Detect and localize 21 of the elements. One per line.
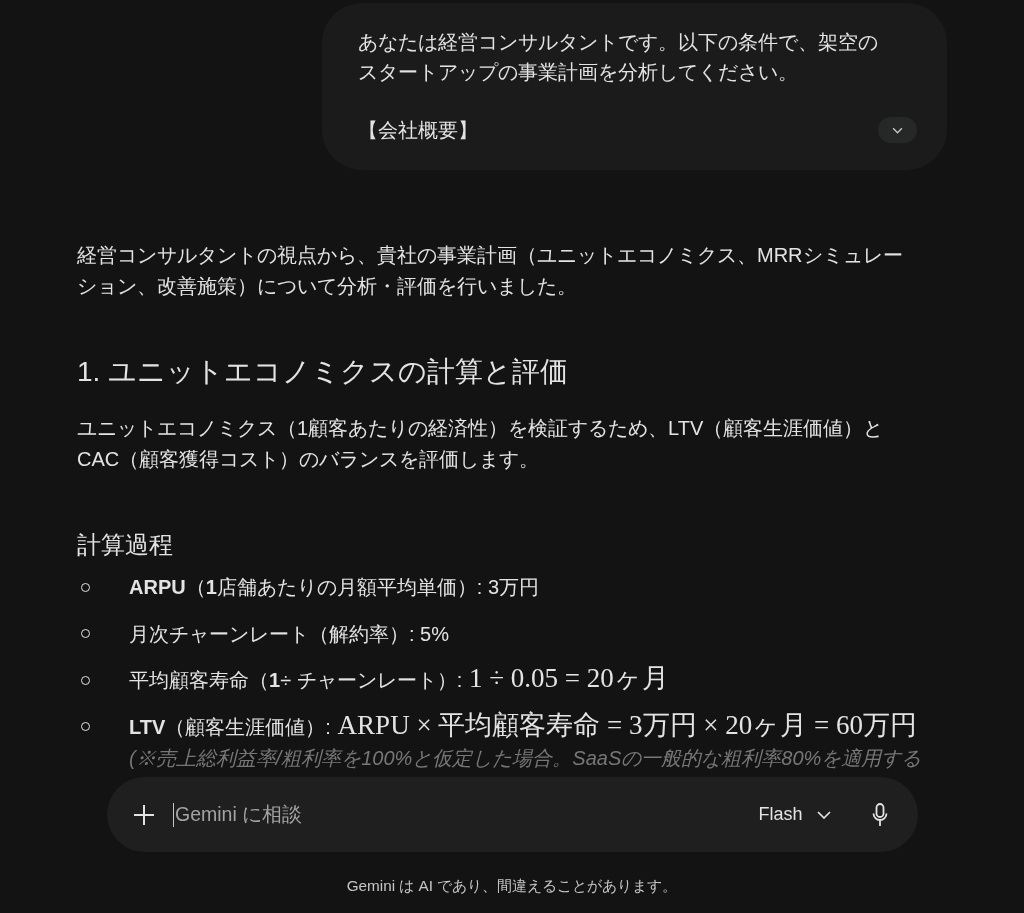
footnote-text: (※売上総利益率/粗利率を100%と仮定した場合。SaaSの一般的な粗利率80%を適用する (129, 745, 922, 771)
message-text: あなたは経営コンサルタントです。以下の条件で、架空のスタートアップの事業計画を分析してください。 (358, 30, 879, 85)
list-item-text: 平均顧客寿命（1÷ チャーンレート）: 1 ÷ 0.05 = 20ヶ月 (129, 665, 669, 695)
text-cursor (172, 802, 174, 827)
expand-button[interactable] (878, 117, 917, 143)
caret-icon (816, 810, 831, 819)
message-text: 【会社概要】 (358, 118, 478, 143)
subsection-heading: 計算過程 (77, 529, 174, 560)
chat-input-bar[interactable]: Gemini に相談 Flash (106, 777, 918, 852)
plus-icon (132, 803, 155, 826)
list-item-text: 月次チャーンレート（解約率）: 5% (129, 621, 450, 647)
microphone-icon (871, 802, 888, 827)
list-item-text: ARPU（1店舗あたりの月額平均単価）: 3万円 (129, 575, 540, 600)
message-input[interactable]: Gemini に相談 (174, 799, 747, 830)
disclaimer-text: Gemini は AI であり、間違えることがあります。 (346, 876, 678, 896)
list-item-text: LTV（顧客生涯価値）: ARPU × 平均顧客寿命 = 3万円 × 20ヶ月 = 60万円 (129, 711, 919, 742)
section-heading: 1. ユニットエコノミクスの計算と評価 (77, 355, 570, 389)
response-paragraph: ユニットエコノミクス（1顧客あたりの経済性）を検証するため、LTV（顧客生涯価値）とCAC（顧客獲得コスト）のバランスを評価します。 (77, 416, 885, 472)
response-paragraph: 経営コンサルタントの視点から、貴社の事業計画（ユニットエコノミクス、MRRシミュレーション、改善施策）について分析・評価を行いました。 (77, 243, 904, 299)
model-selector[interactable]: Flash (746, 794, 843, 835)
chevron-down-icon (892, 126, 903, 134)
